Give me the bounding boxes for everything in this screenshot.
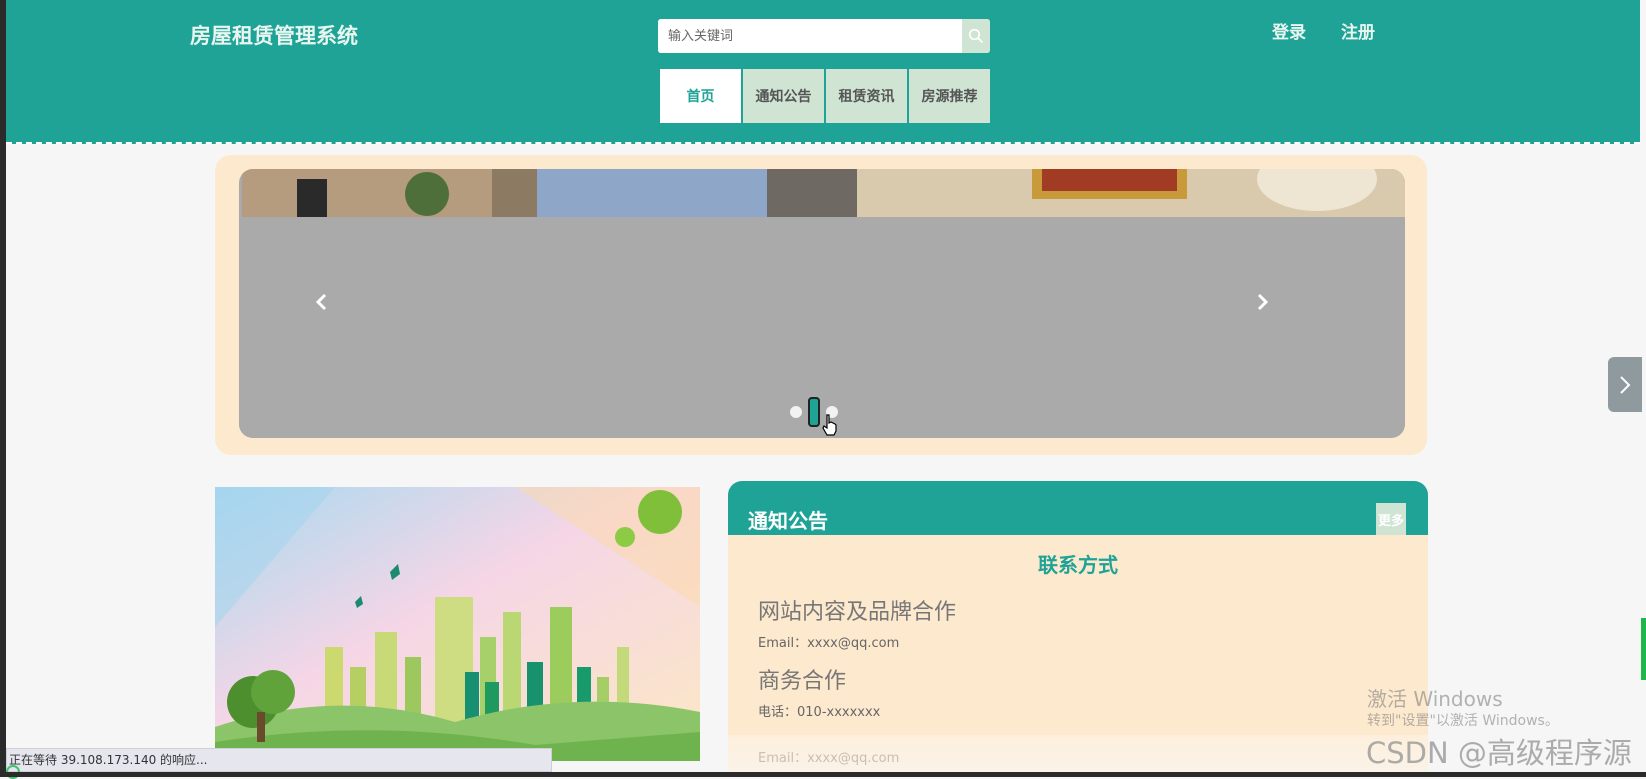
nav-item-notice[interactable]: 通知公告 bbox=[743, 69, 824, 123]
search-button[interactable] bbox=[962, 19, 990, 53]
hand-cursor-icon bbox=[822, 414, 837, 436]
search-icon bbox=[968, 28, 984, 44]
windows-activation-title: 激活 Windows bbox=[1367, 687, 1503, 711]
contact-section-line: 电话：010-xxxxxxx bbox=[758, 705, 881, 720]
edge-indicator bbox=[1641, 618, 1646, 680]
contact-section-line-faded: Email：xxxx@qq.com bbox=[758, 751, 900, 766]
carousel-slide[interactable] bbox=[239, 169, 1405, 438]
window-frame-bottom bbox=[0, 772, 1646, 777]
side-drawer-toggle[interactable] bbox=[1608, 357, 1642, 412]
carousel-prev-button[interactable] bbox=[309, 287, 333, 317]
main-nav: 首页 通知公告 租赁资讯 房源推荐 bbox=[660, 69, 990, 123]
windows-activation-hint: 转到"设置"以激活 Windows。 bbox=[1367, 713, 1559, 729]
chevron-right-icon bbox=[1257, 293, 1269, 311]
notice-title: 通知公告 bbox=[748, 509, 828, 533]
more-button[interactable]: 更多 bbox=[1376, 503, 1406, 535]
site-header: 房屋租赁管理系统 登录 注册 首页 通知公告 租赁资讯 房源推荐 bbox=[6, 0, 1640, 144]
login-link[interactable]: 登录 bbox=[1272, 18, 1306, 43]
chevron-right-icon bbox=[1620, 375, 1631, 394]
browser-status-bar: 正在等待 39.108.173.140 的响应... bbox=[6, 748, 552, 772]
carousel-next-button[interactable] bbox=[1251, 287, 1275, 317]
carousel-dot[interactable] bbox=[790, 406, 802, 418]
fade-overlay: Email：xxxx@qq.com bbox=[728, 735, 1428, 777]
register-link[interactable]: 注册 bbox=[1341, 18, 1375, 43]
notice-header: 通知公告 更多 bbox=[728, 481, 1428, 535]
nav-item-recommend[interactable]: 房源推荐 bbox=[909, 69, 990, 123]
nav-item-home[interactable]: 首页 bbox=[660, 69, 741, 123]
contact-section-title: 网站内容及品牌合作 bbox=[758, 600, 957, 625]
notice-panel: 通知公告 更多 联系方式 网站内容及品牌合作 Email：xxxx@qq.com… bbox=[728, 481, 1428, 777]
carousel-dot-active[interactable] bbox=[808, 397, 820, 427]
contact-heading: 联系方式 bbox=[1038, 553, 1118, 577]
csdn-watermark: CSDN @高级程序源 bbox=[1366, 736, 1632, 770]
banner-container bbox=[215, 155, 1427, 455]
eco-city-illustration bbox=[215, 487, 700, 761]
chevron-left-icon bbox=[315, 293, 327, 311]
nav-item-rental-news[interactable]: 租赁资讯 bbox=[826, 69, 907, 123]
site-title: 房屋租赁管理系统 bbox=[190, 24, 358, 48]
contact-section-line: Email：xxxx@qq.com bbox=[758, 636, 900, 651]
search-box bbox=[658, 19, 990, 53]
search-input[interactable] bbox=[658, 19, 958, 53]
slide-room-photo bbox=[242, 169, 1405, 217]
contact-section-title: 商务合作 bbox=[758, 669, 847, 694]
